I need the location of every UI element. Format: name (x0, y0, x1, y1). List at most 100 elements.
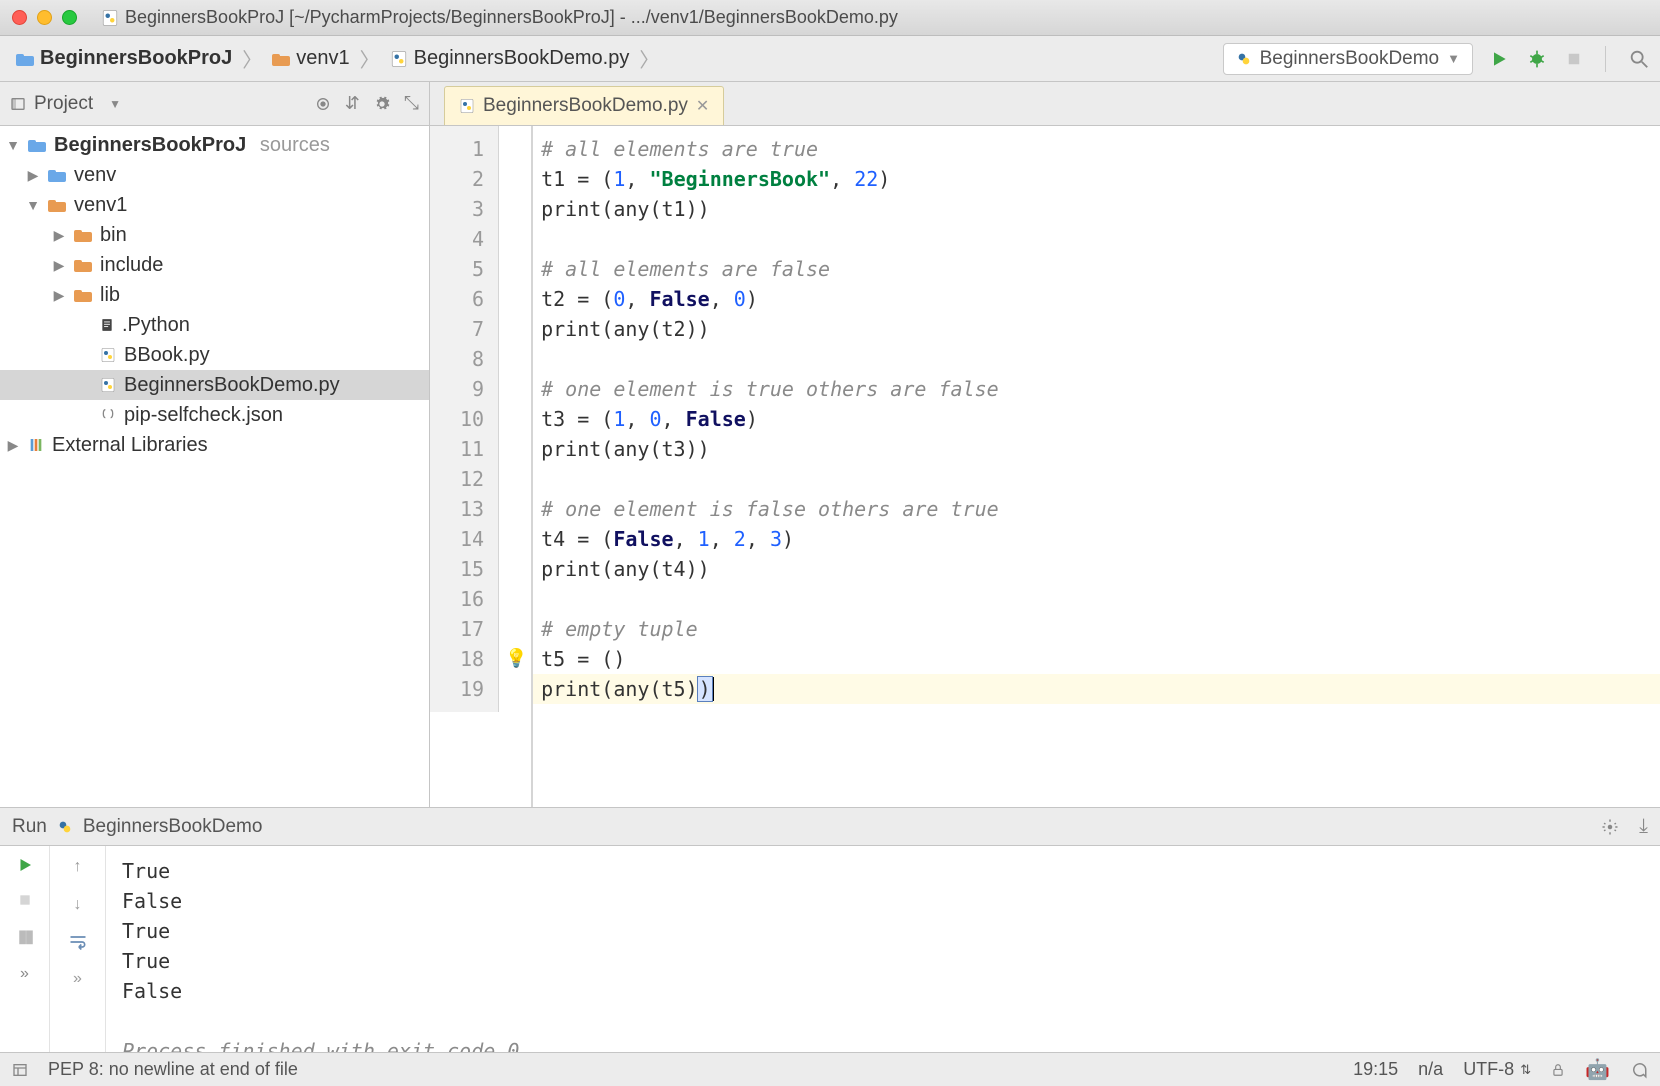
tree-item[interactable]: ▶External Libraries (0, 430, 429, 460)
tree-item[interactable]: ▼ BeginnersBookProJ sources (0, 130, 429, 160)
expand-arrow-icon[interactable]: ▼ (6, 137, 20, 153)
more-icon[interactable]: » (73, 970, 82, 988)
tree-item-label: BeginnersBookProJ (54, 134, 246, 157)
output-line: True (122, 946, 1644, 976)
file-encoding[interactable]: UTF-8⇅ (1463, 1059, 1531, 1080)
rerun-button[interactable] (16, 856, 34, 874)
folder-icon (74, 258, 92, 272)
insert-mode[interactable]: n/a (1418, 1059, 1443, 1080)
window-title: BeginnersBookProJ [~/PycharmProjects/Beg… (101, 7, 898, 28)
zoom-window-icon[interactable] (62, 10, 77, 25)
editor-tab[interactable]: BeginnersBookDemo.py ✕ (444, 86, 724, 125)
title-bar: BeginnersBookProJ [~/PycharmProjects/Beg… (0, 0, 1660, 36)
tree-item[interactable]: ▶bin (0, 220, 429, 250)
expand-arrow-icon[interactable]: ▶ (52, 287, 66, 304)
expand-arrow-icon[interactable]: ▶ (26, 167, 40, 184)
run-config-selector[interactable]: BeginnersBookDemo ▼ (1223, 43, 1473, 75)
feedback-icon[interactable] (1630, 1061, 1648, 1079)
scroll-from-source-icon[interactable] (315, 96, 331, 112)
project-view-icon (10, 96, 26, 112)
run-output-toolbar: ↑ ↓ » (50, 846, 106, 1052)
up-arrow-icon[interactable]: ↑ (74, 858, 82, 876)
run-output[interactable]: TrueFalseTrueTrueFalse Process finished … (106, 846, 1660, 1052)
run-title-prefix: Run (12, 816, 47, 838)
breadcrumb-label: BeginnersBookProJ (40, 47, 232, 70)
tree-item[interactable]: BeginnersBookDemo.py (0, 370, 429, 400)
tool-windows-icon[interactable] (12, 1062, 28, 1078)
run-tool-window: Run BeginnersBookDemo ⤓ ▮▮ » ↑ ↓ » TrueF… (0, 807, 1660, 1052)
chevron-right-icon: 〉 (635, 44, 663, 73)
run-config-label: BeginnersBookDemo (1260, 48, 1440, 70)
close-tab-icon[interactable]: ✕ (696, 96, 709, 116)
breadcrumb-label: venv1 (296, 47, 349, 70)
output-line: True (122, 856, 1644, 886)
tree-item[interactable]: pip-selfcheck.json (0, 400, 429, 430)
tree-item[interactable]: .Python (0, 310, 429, 340)
window-title-text: BeginnersBookProJ [~/PycharmProjects/Beg… (125, 7, 898, 28)
output-line: False (122, 886, 1644, 916)
project-tool-title: Project (34, 93, 93, 115)
project-tool-window: Project ▼ ⇵ ⤡ ▼ BeginnersBookProJ sources… (0, 82, 430, 807)
tree-item-label: include (100, 254, 163, 277)
run-body: ▮▮ » ↑ ↓ » TrueFalseTrueTrueFalse Proces… (0, 846, 1660, 1052)
tree-item-label: pip-selfcheck.json (124, 404, 283, 427)
expand-arrow-icon[interactable]: ▼ (26, 197, 40, 213)
tree-item-label: .Python (122, 314, 190, 337)
editor-tab-bar: BeginnersBookDemo.py ✕ (430, 82, 1660, 126)
breadcrumb-item-file[interactable]: BeginnersBookDemo.py (384, 43, 636, 74)
code-margin: 💡 (499, 126, 533, 807)
search-everywhere-button[interactable] (1628, 48, 1650, 70)
debug-button[interactable] (1527, 49, 1547, 69)
ide-health-icon[interactable]: 🤖 (1585, 1057, 1610, 1082)
stop-button[interactable] (17, 892, 33, 908)
breadcrumb-item-folder[interactable]: venv1 (266, 43, 355, 74)
python-file-icon (390, 50, 408, 68)
caret-position[interactable]: 19:15 (1353, 1059, 1398, 1080)
code-editor[interactable]: 12345678910111213141516171819 💡 # all el… (430, 126, 1660, 807)
minimize-window-icon[interactable] (37, 10, 52, 25)
tree-item[interactable]: BBook.py (0, 340, 429, 370)
tree-item[interactable]: ▼venv1 (0, 190, 429, 220)
output-line: True (122, 916, 1644, 946)
tree-item[interactable]: ▶ venv (0, 160, 429, 190)
folder-icon (272, 52, 290, 66)
breadcrumb-item-project[interactable]: BeginnersBookProJ (10, 43, 238, 74)
python-file-icon (100, 347, 116, 363)
intention-bulb-icon[interactable]: 💡 (505, 648, 527, 669)
lock-icon[interactable] (1551, 1062, 1565, 1078)
external-libraries-icon (28, 437, 44, 453)
hide-icon[interactable]: ⤡ (404, 93, 419, 115)
expand-arrow-icon[interactable]: ▶ (52, 257, 66, 274)
project-tool-header: Project ▼ ⇵ ⤡ (0, 82, 429, 126)
tree-item-label: lib (100, 284, 120, 307)
code-content[interactable]: # all elements are truet1 = (1, "Beginne… (533, 126, 1660, 807)
expand-arrow-icon[interactable]: ▶ (6, 437, 20, 454)
chevron-right-icon: 〉 (356, 44, 384, 73)
tree-item[interactable]: ▶ include (0, 250, 429, 280)
run-button[interactable] (1489, 49, 1509, 69)
close-window-icon[interactable] (12, 10, 27, 25)
line-number-gutter: 12345678910111213141516171819 (430, 126, 499, 712)
folder-icon (48, 198, 66, 212)
gear-icon[interactable] (374, 96, 390, 112)
download-icon[interactable]: ⤓ (1639, 815, 1648, 838)
python-file-icon (101, 9, 119, 27)
folder-icon (48, 168, 66, 182)
pause-button[interactable]: ▮▮ (18, 926, 32, 947)
json-file-icon (100, 407, 116, 423)
chevron-down-icon: ▼ (1447, 51, 1460, 66)
soft-wrap-icon[interactable] (68, 934, 88, 950)
stop-button[interactable] (1565, 50, 1583, 68)
window-controls (12, 10, 77, 25)
gear-icon[interactable] (1601, 818, 1619, 836)
more-icon[interactable]: » (20, 965, 29, 983)
expand-arrow-icon[interactable]: ▶ (52, 227, 66, 244)
tree-item-label: venv (74, 164, 116, 187)
collapse-all-icon[interactable]: ⇵ (345, 93, 360, 114)
project-tree[interactable]: ▼ BeginnersBookProJ sources ▶ venv ▼venv1▶bi… (0, 126, 429, 807)
tree-item-hint: sources (254, 134, 330, 157)
tree-item[interactable]: ▶ lib (0, 280, 429, 310)
breadcrumb-label: BeginnersBookDemo.py (414, 47, 630, 70)
chevron-down-icon[interactable]: ▼ (109, 97, 121, 111)
down-arrow-icon[interactable]: ↓ (74, 896, 82, 914)
